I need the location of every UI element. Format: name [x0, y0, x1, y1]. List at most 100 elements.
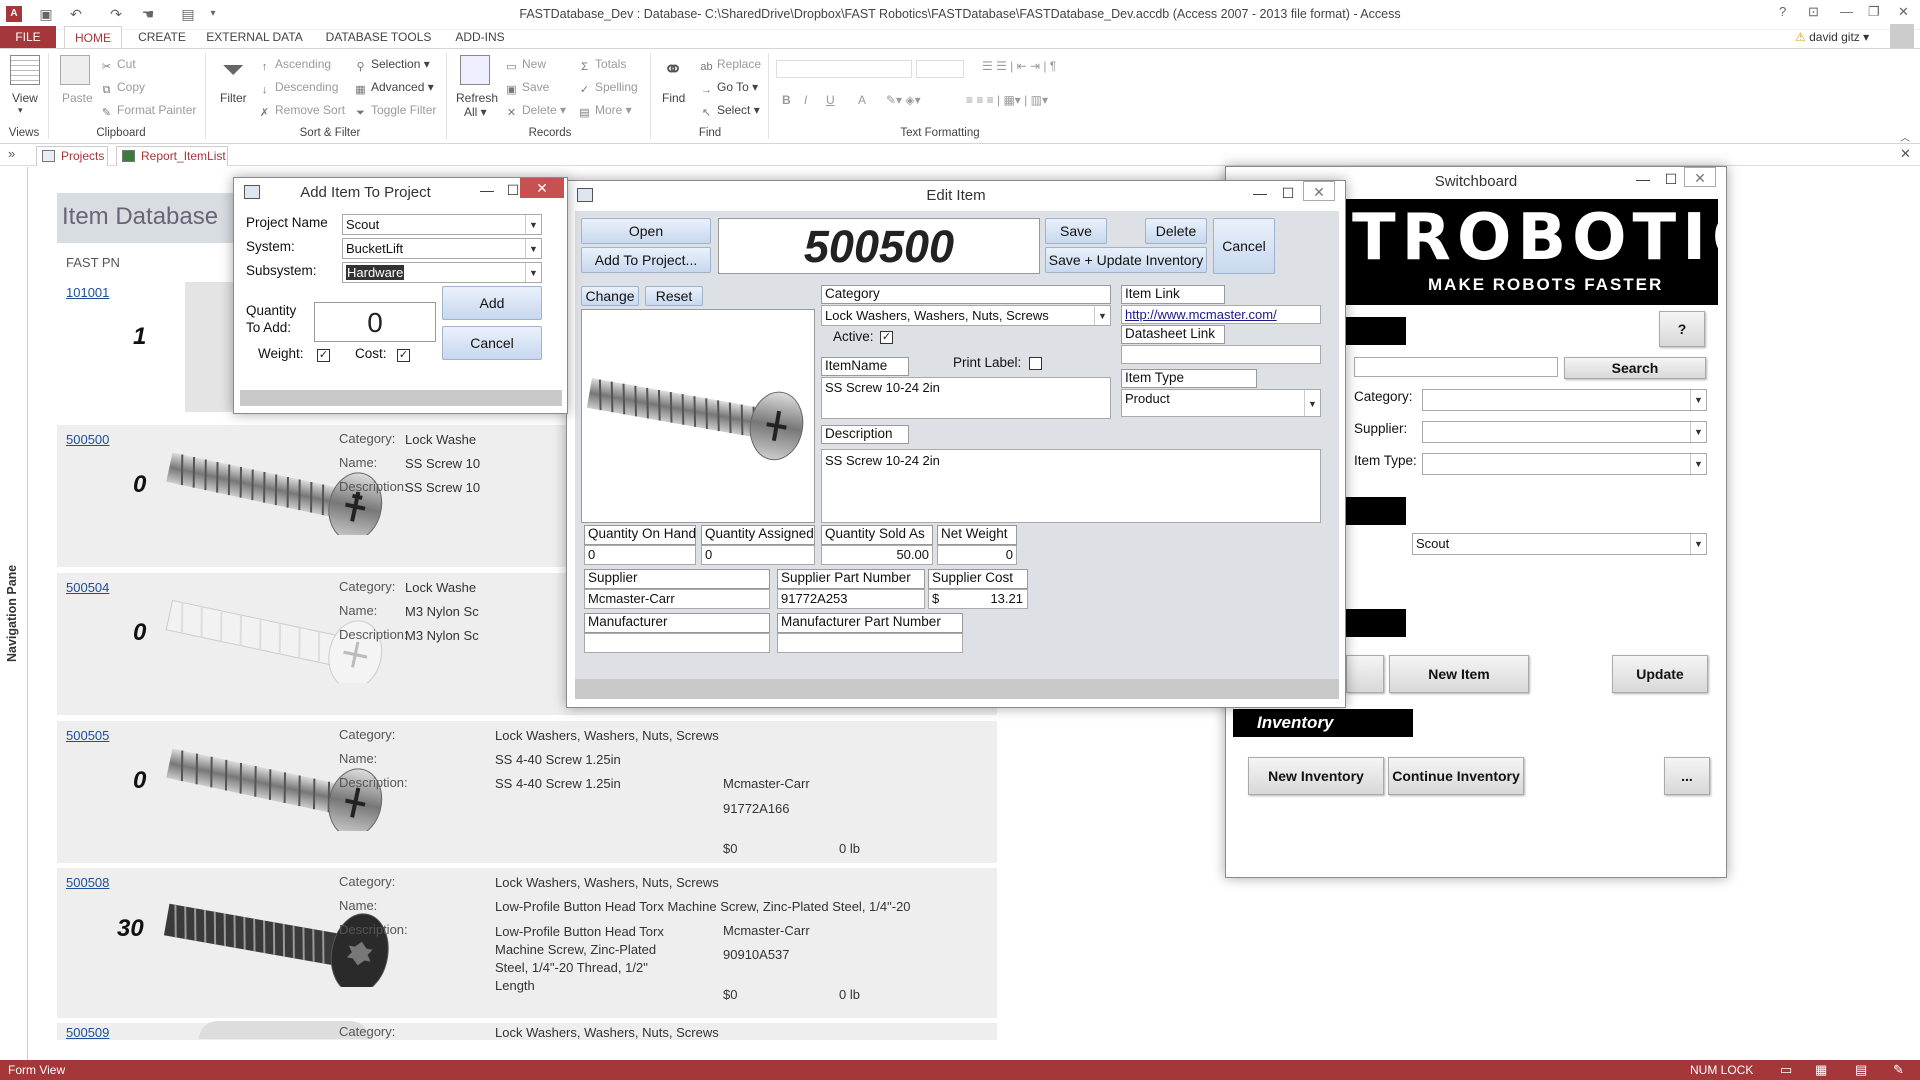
search-input[interactable] — [1354, 357, 1558, 377]
restore-button[interactable]: ❐ — [1868, 4, 1880, 20]
highlight-icon[interactable]: ✎▾ ◈▾ — [886, 93, 921, 107]
item-link-500505[interactable]: 500505 — [66, 728, 109, 743]
update-button[interactable]: Update — [1612, 655, 1708, 693]
open-button[interactable]: Open — [581, 218, 711, 244]
bold-button[interactable]: B — [782, 93, 791, 107]
item-type-select[interactable]: ▼ — [1422, 453, 1707, 475]
search-button[interactable]: Search — [1564, 357, 1706, 379]
tab-report-itemlist[interactable]: Report_ItemList — [116, 146, 228, 166]
datasheet-view-icon[interactable]: ▤ — [1855, 1062, 1867, 1078]
quantity-input[interactable]: 0 — [314, 302, 436, 342]
tab-create[interactable]: CREATE — [133, 26, 191, 48]
manufacturer-pn-input[interactable] — [777, 633, 963, 653]
cancel-button[interactable]: Cancel — [1213, 218, 1275, 274]
close-button[interactable]: ✕ — [520, 178, 564, 198]
totals-button[interactable]: Σ Totals — [578, 57, 626, 73]
paste-button[interactable]: Paste — [62, 91, 93, 105]
view-icon[interactable] — [10, 55, 40, 85]
form-view-icon[interactable]: ▭ — [1780, 1062, 1792, 1078]
system-select[interactable]: BucketLift ▼ — [342, 238, 542, 259]
add-to-project-button[interactable]: Add To Project... — [581, 247, 711, 273]
manufacturer-input[interactable] — [584, 633, 770, 653]
replace-button[interactable]: ab Replace — [700, 57, 761, 73]
design-view-icon[interactable]: ✎ — [1893, 1062, 1904, 1078]
supplier-input[interactable]: Mcmaster-Carr — [584, 589, 770, 609]
item-link-101001[interactable]: 101001 — [66, 285, 109, 300]
delete-button[interactable]: Delete — [1145, 218, 1207, 244]
project-name-select[interactable]: Scout ▼ — [342, 214, 542, 235]
more-button[interactable]: ▤ More ▾ — [578, 103, 631, 119]
ribbon-display-icon[interactable]: ⊡ — [1808, 4, 1819, 20]
view-button[interactable]: View — [12, 91, 38, 105]
underline-button[interactable]: U — [826, 93, 835, 107]
maximize-button[interactable]: ☐ — [1275, 185, 1301, 202]
filter-button[interactable]: Filter — [220, 91, 247, 105]
help-button[interactable]: ? — [1779, 4, 1786, 19]
refresh-all-button[interactable]: Refresh All ▾ — [456, 91, 498, 119]
navigation-pane[interactable]: Navigation Pane — [0, 167, 28, 1060]
qoh-input[interactable]: 0 — [584, 545, 696, 565]
remove-sort-button[interactable]: ✗ Remove Sort — [258, 103, 345, 119]
select-button[interactable]: ↖ Select ▾ — [700, 103, 760, 119]
font-name-select[interactable] — [776, 60, 912, 78]
tab-database-tools[interactable]: DATABASE TOOLS — [320, 26, 437, 48]
save-record-button[interactable]: ▣ Save — [505, 80, 549, 96]
paste-icon[interactable] — [60, 55, 90, 85]
find-button[interactable]: Find — [662, 91, 685, 105]
tab-add-ins[interactable]: ADD-INS — [448, 26, 512, 48]
nav-expand-icon[interactable]: » — [8, 146, 15, 161]
avatar[interactable] — [1890, 24, 1914, 48]
descending-button[interactable]: ↓ Descending — [258, 80, 339, 96]
datasheet-link-input[interactable] — [1121, 345, 1321, 364]
item-image[interactable] — [581, 309, 815, 523]
description-textarea[interactable]: SS Screw 10-24 2in — [821, 449, 1321, 523]
minimize-button[interactable]: — — [1630, 171, 1656, 187]
reset-image-button[interactable]: Reset — [645, 286, 703, 306]
bullets-icon[interactable]: ☰ ☰ | ⇤ ⇥ | ¶ — [982, 59, 1056, 73]
partial-button[interactable] — [1346, 655, 1384, 693]
font-color-button[interactable]: A — [858, 93, 866, 107]
cost-checkbox[interactable]: ✓ — [397, 349, 410, 362]
print-label-checkbox[interactable] — [1029, 357, 1042, 370]
filter-icon[interactable]: ⏷ — [218, 55, 248, 85]
tab-external-data[interactable]: EXTERNAL DATA — [202, 26, 307, 48]
cut-button[interactable]: ✂ Cut — [100, 57, 136, 73]
project-select[interactable]: Scout ▼ — [1412, 533, 1707, 555]
weight-checkbox[interactable]: ✓ — [317, 349, 330, 362]
help-button[interactable]: ? — [1659, 311, 1705, 347]
item-name-input[interactable]: SS Screw 10-24 2in — [821, 377, 1111, 419]
tab-home[interactable]: HOME — [64, 26, 122, 48]
item-link-500504[interactable]: 500504 — [66, 580, 109, 595]
advanced-button[interactable]: ▦ Advanced ▾ — [354, 80, 433, 96]
active-checkbox[interactable]: ✓ — [880, 331, 893, 344]
category-select[interactable]: ▼ — [1422, 389, 1707, 411]
category-select[interactable]: Lock Washers, Washers, Nuts, Screws ▼ — [821, 305, 1111, 326]
close-button[interactable]: ✕ — [1898, 4, 1909, 20]
change-image-button[interactable]: Change — [581, 286, 639, 306]
cancel-button[interactable]: Cancel — [442, 326, 542, 360]
selection-button[interactable]: ⚲ Selection ▾ — [354, 57, 429, 73]
new-inventory-button[interactable]: New Inventory — [1248, 757, 1384, 795]
align-icon[interactable]: ≡ ≡ ≡ | ▦▾ | ▥▾ — [966, 93, 1048, 107]
spelling-button[interactable]: ✓ Spelling — [578, 80, 638, 96]
go-to-button[interactable]: → Go To ▾ — [700, 80, 758, 96]
item-link-500509[interactable]: 500509 — [66, 1025, 109, 1040]
ascending-button[interactable]: ↑ Ascending — [258, 57, 331, 73]
minimize-button[interactable]: — — [1247, 185, 1273, 201]
toggle-filter-button[interactable]: ⏷ Toggle Filter — [354, 103, 436, 119]
minimize-button[interactable]: — — [474, 182, 500, 198]
italic-button[interactable]: I — [804, 93, 807, 107]
supplier-select[interactable]: ▼ — [1422, 421, 1707, 443]
new-item-button[interactable]: New Item — [1389, 655, 1529, 693]
maximize-button[interactable]: ☐ — [1658, 171, 1684, 188]
copy-button[interactable]: ⧉ Copy — [100, 80, 145, 96]
binoculars-icon[interactable]: ⚭ — [658, 55, 688, 85]
subsystem-select[interactable]: Hardware ▼ — [342, 262, 542, 283]
close-document-icon[interactable]: ✕ — [1900, 146, 1911, 162]
net-weight-input[interactable]: 0 — [937, 545, 1017, 565]
save-button[interactable]: Save — [1045, 218, 1107, 244]
more-button[interactable]: ... — [1664, 757, 1710, 795]
item-link-input[interactable]: http://www.mcmaster.com/ — [1121, 305, 1321, 324]
continue-inventory-button[interactable]: Continue Inventory — [1388, 757, 1524, 795]
item-link-500500[interactable]: 500500 — [66, 432, 109, 447]
